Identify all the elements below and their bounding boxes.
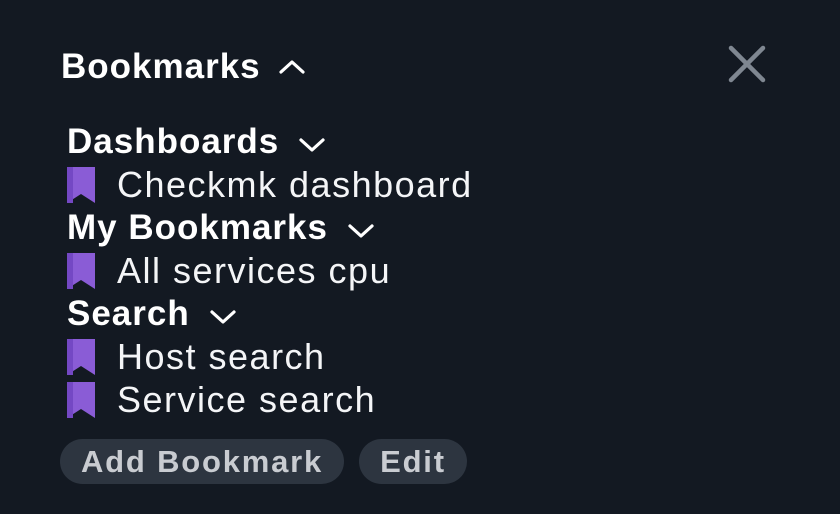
panel-title: Bookmarks <box>61 47 261 86</box>
panel-header: Bookmarks <box>61 46 307 88</box>
edit-button[interactable]: Edit <box>359 439 467 484</box>
bookmark-icon <box>67 166 95 203</box>
bookmark-label: Host search <box>117 336 326 377</box>
group-search[interactable]: Search <box>67 292 747 335</box>
group-my-bookmarks[interactable]: My Bookmarks <box>67 206 747 249</box>
group-dashboards[interactable]: Dashboards <box>67 120 747 163</box>
bookmark-host-search[interactable]: Host search <box>67 335 747 378</box>
bookmark-icon <box>67 381 95 418</box>
bookmark-icon <box>67 338 95 375</box>
chevron-up-icon[interactable] <box>277 52 307 82</box>
close-icon[interactable] <box>725 42 769 86</box>
group-title: Search <box>67 294 190 333</box>
chevron-down-icon <box>208 299 238 329</box>
bookmark-icon <box>67 252 95 289</box>
bookmark-groups: Dashboards Checkmk dashboard My Bookmark… <box>67 120 747 421</box>
chevron-down-icon <box>297 127 327 157</box>
bookmark-all-services-cpu[interactable]: All services cpu <box>67 249 747 292</box>
group-title: My Bookmarks <box>67 208 328 247</box>
add-bookmark-button[interactable]: Add Bookmark <box>60 439 345 484</box>
group-title: Dashboards <box>67 122 280 161</box>
bookmark-label: All services cpu <box>117 250 392 291</box>
bookmark-checkmk-dashboard[interactable]: Checkmk dashboard <box>67 163 747 206</box>
action-buttons: Add Bookmark Edit <box>60 439 467 484</box>
chevron-down-icon <box>346 213 376 243</box>
bookmark-label: Checkmk dashboard <box>117 164 473 205</box>
bookmark-service-search[interactable]: Service search <box>67 378 747 421</box>
bookmark-label: Service search <box>117 379 377 420</box>
bookmarks-panel: Bookmarks Dashboards Checkmk dashboard M… <box>0 0 840 514</box>
